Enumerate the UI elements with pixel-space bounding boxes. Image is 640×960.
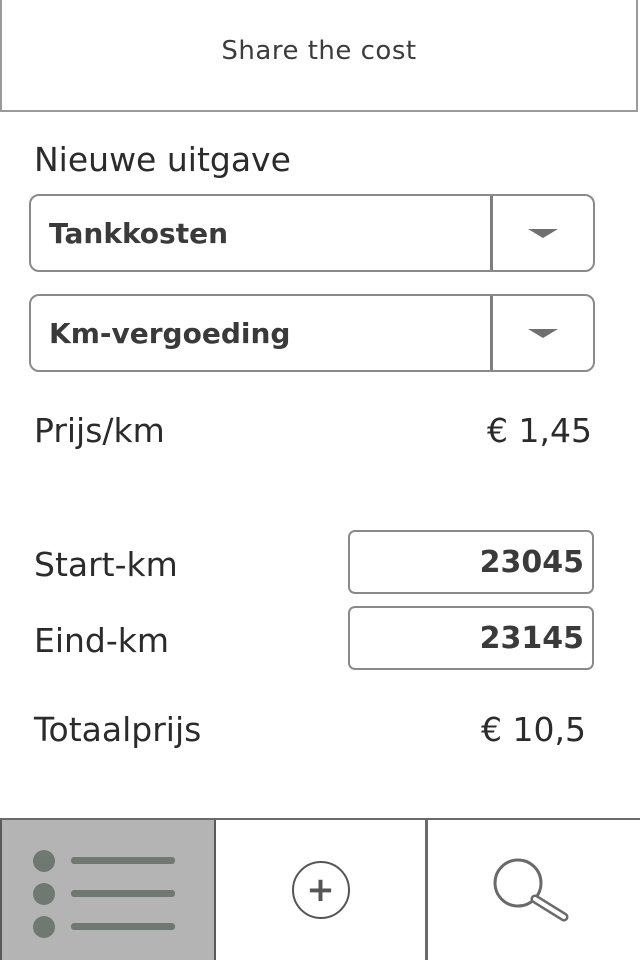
category-select-value: Tankkosten — [49, 216, 229, 250]
chevron-down-icon — [528, 228, 558, 238]
chevron-down-icon — [528, 328, 558, 338]
end-km-label: Eind-km — [34, 621, 170, 660]
type-dropdown-button[interactable] — [490, 296, 593, 370]
start-km-label: Start-km — [34, 545, 178, 584]
list-icon — [33, 842, 183, 938]
type-select[interactable]: Km-vergoeding — [29, 294, 595, 372]
page-title: Nieuwe uitgave — [34, 140, 291, 179]
tab-add[interactable]: + — [216, 820, 428, 960]
category-dropdown-button[interactable] — [490, 196, 593, 270]
end-km-input[interactable] — [348, 606, 594, 670]
app-header: Share the cost — [0, 0, 638, 112]
bottom-tab-bar: + — [0, 818, 640, 960]
total-price-value: € 10,5 — [481, 710, 586, 749]
type-select-value: Km-vergoeding — [49, 316, 291, 350]
price-per-km-value: € 1,45 — [487, 411, 592, 450]
tab-list[interactable] — [0, 820, 216, 960]
app-title: Share the cost — [221, 36, 417, 66]
start-km-input[interactable] — [348, 530, 594, 594]
add-icon: + — [291, 861, 350, 919]
price-per-km-label: Prijs/km — [34, 411, 165, 450]
tab-search[interactable] — [428, 820, 640, 960]
total-price-label: Totaalprijs — [34, 710, 202, 749]
category-select[interactable]: Tankkosten — [29, 194, 595, 272]
search-icon — [493, 858, 569, 922]
